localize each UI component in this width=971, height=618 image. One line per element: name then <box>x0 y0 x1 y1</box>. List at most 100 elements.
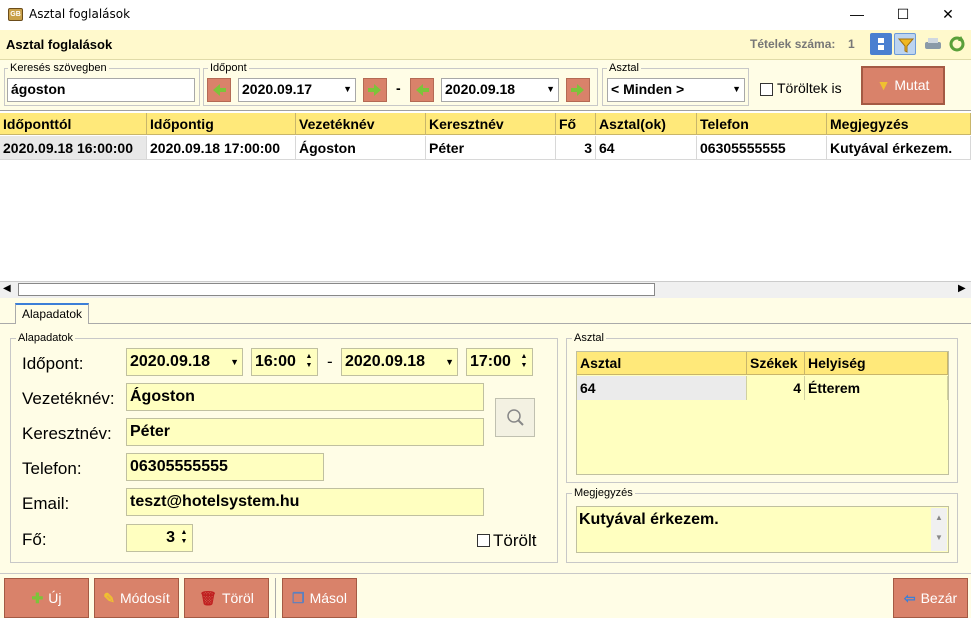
detail-date-to-value: 2020.09.18 <box>345 353 426 370</box>
column-header[interactable]: Székek <box>747 352 805 375</box>
table-filter-value: < Minden > <box>611 81 685 97</box>
detail-time-from-value: 16:00 <box>255 353 296 370</box>
column-header[interactable]: Vezetéknév <box>296 113 426 135</box>
plus-icon: ✚ <box>31 590 44 606</box>
prev-date-to-button[interactable] <box>410 78 434 102</box>
spin-icon[interactable]: ▲ ▼ <box>518 352 530 370</box>
show-deleted-label: Töröltek is <box>777 80 842 96</box>
column-header[interactable]: Asztal(ok) <box>596 113 697 135</box>
search-legend: Keresés szövegben <box>8 62 109 74</box>
delete-button[interactable]: 🗑 Töröl <box>184 578 269 618</box>
table-cell[interactable]: Péter <box>426 136 556 160</box>
guests-value: 3 <box>166 529 175 546</box>
window-title: Asztal foglalások <box>29 7 131 21</box>
lastname-field[interactable]: Ágoston <box>126 383 484 411</box>
chevron-down-icon: ▼ <box>230 357 239 367</box>
layout-icon[interactable] <box>870 33 892 55</box>
date-to-value: 2020.09.18 <box>445 81 516 97</box>
time-legend: Időpont <box>208 62 249 74</box>
guests-label: Fő: <box>22 530 47 549</box>
lastname-label: Vezetéknév: <box>22 389 115 408</box>
tab-alapadatok[interactable]: Alapadatok <box>15 303 89 324</box>
column-header[interactable]: Megjegyzés <box>827 113 971 135</box>
new-button[interactable]: ✚ Új <box>4 578 89 618</box>
table-cell[interactable]: Étterem <box>805 376 948 400</box>
table-cell[interactable]: 64 <box>596 136 697 160</box>
show-deleted-checkbox[interactable] <box>760 83 773 96</box>
table-filter-combo[interactable]: < Minden > ▼ <box>607 78 745 102</box>
refresh-icon[interactable] <box>946 33 968 55</box>
table-cell[interactable]: Ágoston <box>296 136 426 160</box>
note-scrollbar[interactable]: ▲ ▼ <box>931 508 947 551</box>
detail-date-from-value: 2020.09.18 <box>130 353 211 370</box>
detail-date-from[interactable]: 2020.09.18 ▼ <box>126 348 243 376</box>
column-header[interactable]: Időponttól <box>0 113 147 135</box>
chevron-down-icon: ▼ <box>445 357 454 367</box>
date-to-combo[interactable]: 2020.09.18 ▼ <box>441 78 559 102</box>
title-bar <box>0 0 971 30</box>
search-person-button[interactable] <box>495 398 535 437</box>
spin-icon[interactable]: ▲ ▼ <box>303 352 315 370</box>
copy-button[interactable]: ❐ Másol <box>282 578 357 618</box>
show-button[interactable]: ▼ Mutat <box>861 66 945 105</box>
table-group-legend: Asztal <box>572 332 606 344</box>
scroll-left-icon[interactable]: ◀ <box>3 283 11 294</box>
column-header[interactable]: Keresztnév <box>426 113 556 135</box>
prev-date-from-button[interactable] <box>207 78 231 102</box>
app-icon: GB <box>8 8 23 21</box>
minimize-button[interactable]: — <box>834 0 880 30</box>
close-button[interactable]: ⇦ Bezár <box>893 578 968 618</box>
firstname-field[interactable]: Péter <box>126 418 484 446</box>
note-textarea[interactable]: Kutyával érkezem. ▲ ▼ <box>576 506 949 553</box>
exit-icon: ⇦ <box>903 590 916 606</box>
detail-time-to[interactable]: 17:00 ▲ ▼ <box>466 348 533 376</box>
table-cell[interactable]: Kutyával érkezem. <box>827 136 971 160</box>
show-button-label: Mutat <box>894 77 930 93</box>
modify-button-label: Módosít <box>119 590 170 606</box>
details-legend: Alapadatok <box>16 332 76 344</box>
magnifier-icon <box>507 409 524 426</box>
chevron-down-icon: ▼ <box>732 84 741 94</box>
next-date-to-button[interactable] <box>566 78 590 102</box>
table-cell[interactable]: 2020.09.18 16:00:00 <box>0 136 147 160</box>
email-field[interactable]: teszt@hotelsystem.hu <box>126 488 484 516</box>
email-label: Email: <box>22 494 70 513</box>
phone-field[interactable]: 06305555555 <box>126 453 324 481</box>
deleted-label: Törölt <box>493 531 537 550</box>
new-button-label: Új <box>48 590 62 606</box>
date-from-combo[interactable]: 2020.09.17 ▼ <box>238 78 356 102</box>
detail-date-to[interactable]: 2020.09.18 ▼ <box>341 348 458 376</box>
table-cell[interactable]: 64 <box>577 376 747 400</box>
next-date-from-button[interactable] <box>363 78 387 102</box>
table-cell[interactable]: 4 <box>747 376 805 400</box>
table-cell[interactable]: 2020.09.18 17:00:00 <box>147 136 296 160</box>
chevron-down-icon: ▼ <box>546 84 555 94</box>
close-window-button[interactable]: ✕ <box>925 0 971 30</box>
date-from-value: 2020.09.17 <box>242 81 313 97</box>
pencil-icon: ✎ <box>103 590 115 606</box>
spin-icon[interactable]: ▲ ▼ <box>178 528 190 546</box>
chevron-down-icon: ▼ <box>343 84 352 94</box>
filter-icon[interactable] <box>894 33 916 55</box>
detail-time-from[interactable]: 16:00 ▲ ▼ <box>251 348 318 376</box>
column-header[interactable]: Időpontig <box>147 113 296 135</box>
guests-stepper[interactable]: 3 ▲ ▼ <box>126 524 193 552</box>
scroll-right-icon[interactable]: ▶ <box>958 283 966 294</box>
deleted-checkbox[interactable] <box>477 534 490 547</box>
column-header[interactable]: Fő <box>556 113 596 135</box>
scrollbar-thumb[interactable] <box>18 283 655 296</box>
modify-button[interactable]: ✎ Módosít <box>94 578 179 618</box>
search-input[interactable]: ágoston <box>7 78 195 102</box>
print-icon[interactable] <box>922 33 944 55</box>
column-header[interactable]: Telefon <box>697 113 827 135</box>
firstname-label: Keresztnév: <box>22 424 112 443</box>
column-header[interactable]: Asztal <box>577 352 747 375</box>
filter-icon: ▼ <box>876 77 891 93</box>
separator <box>275 578 276 618</box>
column-header[interactable]: Helyiség <box>805 352 948 375</box>
item-count-value: 1 <box>848 37 855 51</box>
close-button-label: Bezár <box>920 590 958 606</box>
maximize-button[interactable]: ☐ <box>880 0 926 30</box>
table-cell[interactable]: 06305555555 <box>697 136 827 160</box>
table-cell[interactable]: 3 <box>556 136 596 160</box>
